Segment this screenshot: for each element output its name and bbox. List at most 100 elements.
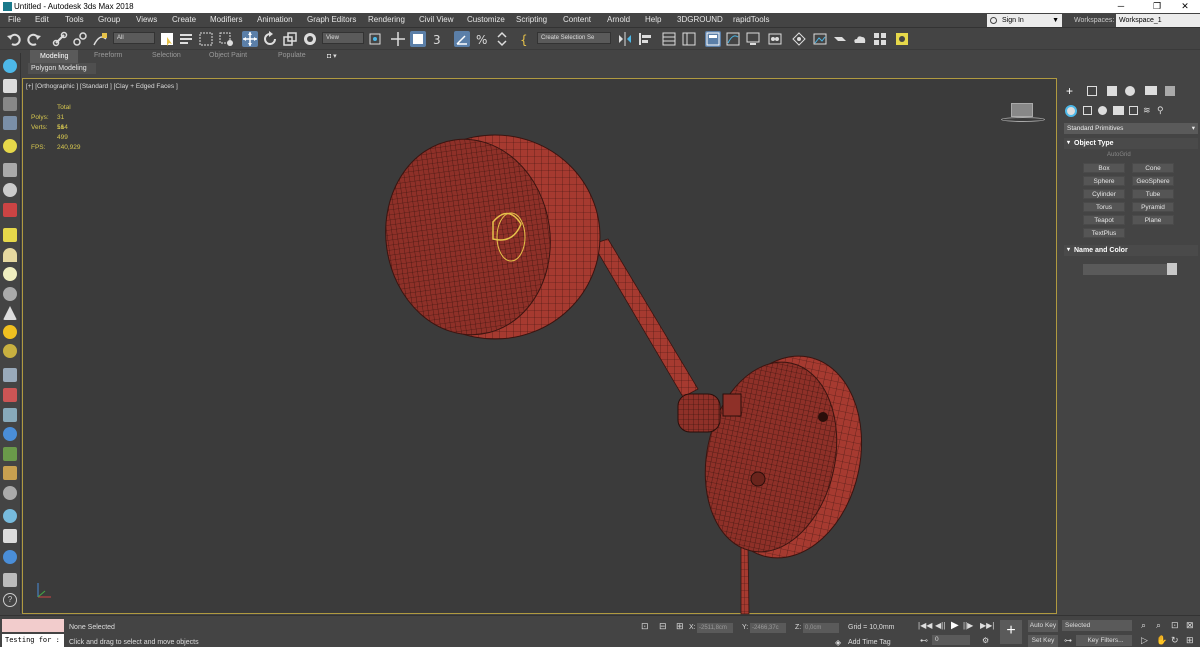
select-and-move-icon[interactable] [242, 31, 258, 47]
space-warp-icon[interactable] [3, 203, 17, 217]
object-type-rollout[interactable]: ▾ Object Type [1064, 138, 1198, 149]
link-icon[interactable] [52, 31, 68, 47]
script-button-icon[interactable] [894, 31, 910, 47]
maxscript-input[interactable]: Testing for : [2, 634, 64, 647]
menu-file[interactable]: File [8, 15, 21, 24]
maximize-viewport-icon[interactable]: ⊞ [1186, 635, 1194, 646]
skylight-icon[interactable] [3, 344, 17, 358]
display-tab-icon[interactable] [1145, 86, 1157, 95]
go-to-end-icon[interactable]: ▶▶| [980, 621, 994, 630]
tree-icon[interactable] [3, 447, 17, 461]
maxscript-listener-mini[interactable] [2, 619, 64, 632]
add-time-tag[interactable]: Add Time Tag [848, 639, 891, 646]
particle-icon[interactable] [3, 408, 17, 422]
torus-button[interactable]: Torus [1083, 202, 1125, 212]
cylinder-button[interactable]: Cylinder [1083, 189, 1125, 199]
lock-selection-icon[interactable]: ⊡ [641, 621, 649, 632]
select-by-name-icon[interactable] [178, 31, 194, 47]
y-coord-field[interactable]: -2466,37c [750, 623, 786, 633]
rectangular-selection-icon[interactable] [198, 31, 214, 47]
auto-key-button[interactable]: Auto Key [1028, 620, 1058, 632]
pan-icon[interactable]: ✋ [1156, 635, 1167, 646]
angle-snap-icon[interactable] [454, 31, 470, 47]
menu-scripting[interactable]: Scripting [516, 15, 547, 24]
tab-object-paint[interactable]: Object Paint [209, 52, 247, 59]
menu-animation[interactable]: Animation [257, 15, 293, 24]
key-filters-button[interactable]: Key Filters... [1076, 635, 1132, 646]
key-mode-toggle-icon[interactable]: ⊶ [1064, 636, 1072, 645]
light-bulb-icon[interactable] [3, 139, 17, 153]
z-coord-field[interactable]: 0,0cm [803, 623, 839, 633]
maximize-button[interactable]: ❐ [1142, 0, 1172, 13]
sign-in-dropdown[interactable]: Sign In ▼ [987, 14, 1062, 27]
select-and-place-icon[interactable] [302, 31, 318, 47]
select-object-icon[interactable] [159, 31, 175, 47]
menu-group[interactable]: Group [98, 15, 120, 24]
environment-icon[interactable] [3, 509, 17, 523]
spotlight-icon[interactable] [3, 306, 17, 320]
x-coord-field[interactable]: -2511,8cm [697, 623, 733, 633]
zoom-all-icon[interactable]: ⌕ [1156, 620, 1161, 631]
box-button[interactable]: Box [1083, 163, 1125, 173]
select-and-scale-icon[interactable] [282, 31, 298, 47]
autogrid-checkbox[interactable]: AutoGrid [1107, 152, 1131, 158]
set-key-button[interactable]: Set Key [1028, 635, 1058, 647]
tab-freeform[interactable]: Freeform [94, 52, 122, 59]
field-of-view-icon[interactable]: ▷ [1141, 635, 1148, 646]
menu-help[interactable]: Help [645, 15, 661, 24]
animal-icon[interactable] [3, 466, 17, 480]
omni-icon[interactable] [3, 287, 17, 301]
teapot-button[interactable]: Teapot [1083, 215, 1125, 225]
menu-modifiers[interactable]: Modifiers [210, 15, 242, 24]
cameras-icon[interactable] [1113, 106, 1124, 115]
geosphere-button[interactable]: GeoSphere [1132, 176, 1174, 186]
hair-icon[interactable] [3, 368, 17, 382]
primitive-category-dropdown[interactable]: Standard Primitives ▾ [1064, 123, 1198, 134]
menu-create[interactable]: Create [172, 15, 196, 24]
key-filter-selected-dropdown[interactable]: Selected [1062, 620, 1132, 631]
motion-tab-icon[interactable] [1125, 86, 1135, 96]
schematic-view-icon[interactable] [745, 31, 761, 47]
plane-button[interactable]: Plane [1132, 215, 1174, 225]
viewcube[interactable] [1001, 99, 1045, 125]
pyramid-button[interactable]: Pyramid [1132, 202, 1174, 212]
zoom-extents-all-icon[interactable]: ⊠ [1186, 620, 1194, 631]
material-sphere-icon[interactable] [3, 486, 17, 500]
helper-icon[interactable] [3, 183, 17, 197]
reference-coord-dropdown[interactable]: View [322, 32, 364, 44]
select-and-rotate-icon[interactable] [262, 31, 278, 47]
keyboard-shortcut-toggle-icon[interactable] [410, 31, 426, 47]
layers-icon[interactable] [3, 573, 17, 587]
selection-filter-dropdown[interactable]: All [113, 32, 155, 44]
lights-icon[interactable] [1098, 106, 1107, 115]
unlink-icon[interactable] [72, 31, 88, 47]
globe-icon[interactable] [3, 427, 17, 441]
set-key-big-icon[interactable]: + [1000, 620, 1022, 644]
menu-views[interactable]: Views [136, 15, 157, 24]
modify-tab-icon[interactable] [1087, 86, 1097, 96]
redo-icon[interactable] [26, 31, 42, 47]
viewport-layout-icon[interactable] [3, 59, 17, 73]
toggle-ribbon-icon[interactable] [705, 31, 721, 47]
current-frame-field[interactable]: 0 [932, 635, 970, 645]
sphere-button[interactable]: Sphere [1083, 176, 1125, 186]
a360-gallery-icon[interactable] [872, 31, 888, 47]
snaps-toggle-icon[interactable]: 3 [432, 31, 448, 47]
tab-populate[interactable]: Populate [278, 52, 306, 59]
edit-named-selection-icon[interactable]: { [518, 31, 534, 47]
ribbon-panel-polygon-modeling[interactable]: Polygon Modeling [28, 63, 96, 74]
render-setup-icon[interactable] [791, 31, 807, 47]
menu-rapidtools[interactable]: rapidTools [733, 15, 769, 24]
textplus-button[interactable]: TextPlus [1083, 228, 1125, 238]
sphere-light-icon[interactable] [3, 267, 17, 281]
grid-layout-icon[interactable] [3, 116, 17, 130]
material-editor-icon[interactable] [767, 31, 783, 47]
menu-civil-view[interactable]: Civil View [419, 15, 454, 24]
cone-button[interactable]: Cone [1132, 163, 1174, 173]
named-selection-dropdown[interactable]: Create Selection Se [537, 32, 611, 44]
undo-icon[interactable] [6, 31, 22, 47]
camera-icon[interactable] [3, 163, 17, 177]
toggle-scene-explorer-icon[interactable] [681, 31, 697, 47]
percent-snap-icon[interactable]: % [474, 31, 490, 47]
key-mode-icon[interactable]: ⊷ [920, 636, 928, 645]
